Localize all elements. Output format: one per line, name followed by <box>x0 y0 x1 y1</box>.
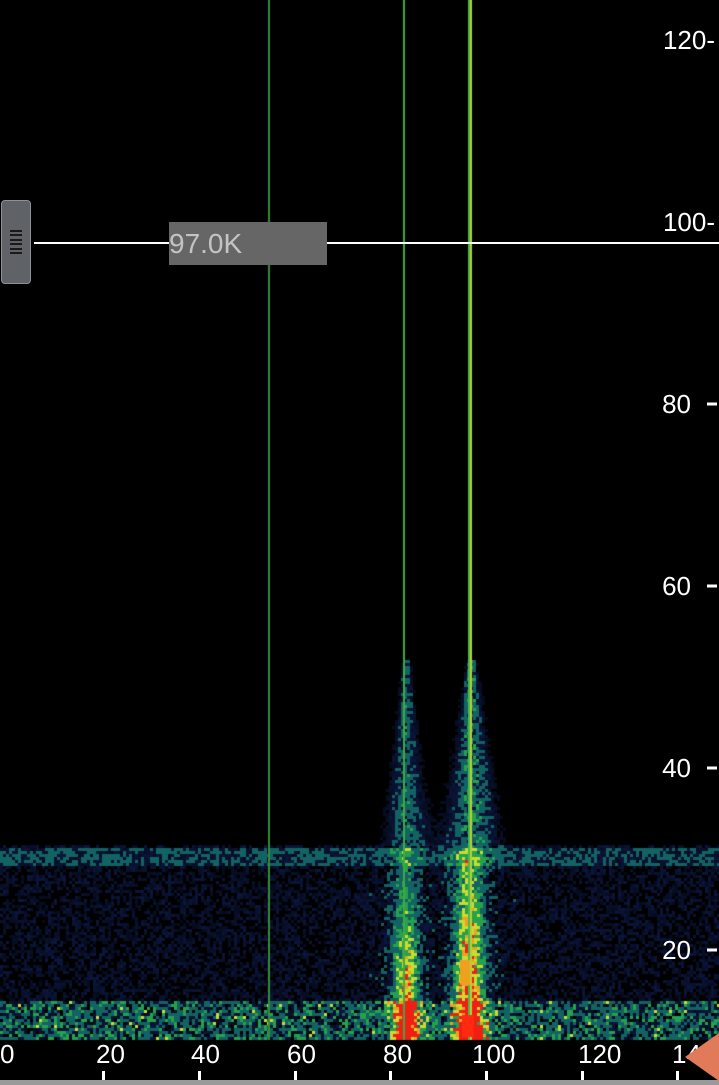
level-marker-line <box>34 242 719 244</box>
x-tick-label: 80 <box>383 1039 412 1069</box>
y-tick-label: 120- <box>662 25 715 55</box>
x-tick-label: 60 <box>287 1039 316 1069</box>
x-tick-label: 20 <box>96 1039 125 1069</box>
y-tick-label: 60 <box>662 571 691 601</box>
level-drag-handle[interactable] <box>1 200 31 284</box>
bottom-scroll-track[interactable] <box>0 1080 719 1085</box>
waterfall-spectrogram <box>0 0 719 1085</box>
x-tick-label: 100 <box>472 1039 516 1069</box>
y-tick <box>707 584 717 588</box>
y-tick-label: 80 <box>662 389 691 419</box>
x-tick-label: 0 <box>0 1039 15 1069</box>
y-tick-label: 100- <box>662 207 715 237</box>
y-tick <box>707 402 717 406</box>
x-tick-label: 40 <box>191 1039 220 1069</box>
scroll-left-arrow-icon[interactable] <box>685 1033 719 1081</box>
y-tick <box>707 766 717 770</box>
grip-lines-icon <box>10 230 22 254</box>
y-tick <box>707 948 717 952</box>
y-tick-label: 40 <box>662 753 691 783</box>
x-tick-label: 120 <box>578 1039 622 1069</box>
level-value-badge: 97.0K <box>169 222 327 265</box>
y-tick-label: 20 <box>662 935 691 965</box>
